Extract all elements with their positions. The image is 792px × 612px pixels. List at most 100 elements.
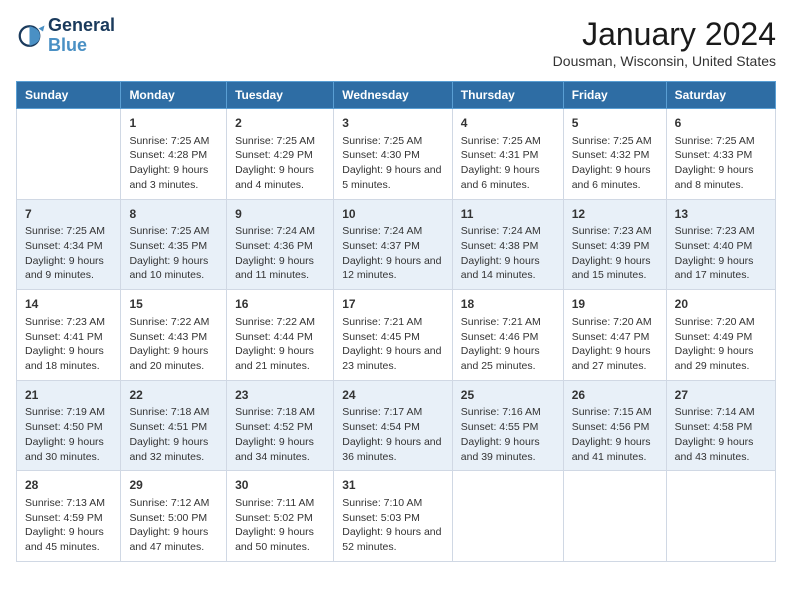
calendar-cell: 21Sunrise: 7:19 AMSunset: 4:50 PMDayligh… [17,380,121,471]
calendar-cell: 11Sunrise: 7:24 AMSunset: 4:38 PMDayligh… [452,199,563,290]
calendar-header-row: SundayMondayTuesdayWednesdayThursdayFrid… [17,82,776,109]
day-info: Sunrise: 7:14 AMSunset: 4:58 PMDaylight:… [675,405,767,464]
calendar-week-row: 28Sunrise: 7:13 AMSunset: 4:59 PMDayligh… [17,471,776,562]
calendar-cell: 26Sunrise: 7:15 AMSunset: 4:56 PMDayligh… [563,380,666,471]
day-info: Sunrise: 7:25 AMSunset: 4:30 PMDaylight:… [342,134,444,193]
day-number: 12 [572,206,658,223]
calendar-cell: 3 Sunrise: 7:25 AMSunset: 4:30 PMDaylight… [334,109,453,200]
column-header-saturday: Saturday [666,82,775,109]
day-info: Sunrise: 7:16 AMSunset: 4:55 PMDaylight:… [461,405,555,464]
calendar-table: SundayMondayTuesdayWednesdayThursdayFrid… [16,81,776,562]
calendar-cell [17,109,121,200]
calendar-cell [452,471,563,562]
calendar-week-row: 7Sunrise: 7:25 AMSunset: 4:34 PMDaylight… [17,199,776,290]
day-info: Sunrise: 7:25 AMSunset: 4:34 PMDaylight:… [25,224,112,283]
day-number: 13 [675,206,767,223]
calendar-week-row: 21Sunrise: 7:19 AMSunset: 4:50 PMDayligh… [17,380,776,471]
day-info: Sunrise: 7:19 AMSunset: 4:50 PMDaylight:… [25,405,112,464]
day-number: 4 [461,115,555,132]
day-number: 11 [461,206,555,223]
calendar-cell: 2 Sunrise: 7:25 AMSunset: 4:29 PMDaylight… [227,109,334,200]
calendar-cell: 23Sunrise: 7:18 AMSunset: 4:52 PMDayligh… [227,380,334,471]
calendar-cell: 15 Sunrise: 7:22 AMSunset: 4:43 PMDayligh… [121,290,227,381]
calendar-cell: 1 Sunrise: 7:25 AMSunset: 4:28 PMDaylight… [121,109,227,200]
day-number: 22 [129,387,218,404]
day-info: Sunrise: 7:11 AMSunset: 5:02 PMDaylight:… [235,496,325,555]
day-number: 27 [675,387,767,404]
day-info: Sunrise: 7:25 AMSunset: 4:35 PMDaylight:… [129,224,218,283]
day-number: 1 [129,115,218,132]
logo: General Blue [16,16,115,56]
calendar-cell: 29Sunrise: 7:12 AMSunset: 5:00 PMDayligh… [121,471,227,562]
column-header-tuesday: Tuesday [227,82,334,109]
day-info: Sunrise: 7:17 AMSunset: 4:54 PMDaylight:… [342,405,444,464]
day-info: Sunrise: 7:23 AMSunset: 4:40 PMDaylight:… [675,224,767,283]
column-header-wednesday: Wednesday [334,82,453,109]
calendar-cell: 31 Sunrise: 7:10 AMSunset: 5:03 PMDayligh… [334,471,453,562]
page-header: General Blue January 2024 Dousman, Wisco… [16,16,776,69]
day-info: Sunrise: 7:25 AMSunset: 4:32 PMDaylight:… [572,134,658,193]
day-info: Sunrise: 7:18 AMSunset: 4:51 PMDaylight:… [129,405,218,464]
calendar-cell: 14 Sunrise: 7:23 AMSunset: 4:41 PMDayligh… [17,290,121,381]
location-title: Dousman, Wisconsin, United States [553,53,776,69]
day-info: Sunrise: 7:21 AMSunset: 4:46 PMDaylight:… [461,315,555,374]
day-number: 20 [675,296,767,313]
day-number: 25 [461,387,555,404]
day-number: 21 [25,387,112,404]
day-info: Sunrise: 7:12 AMSunset: 5:00 PMDaylight:… [129,496,218,555]
calendar-cell: 25Sunrise: 7:16 AMSunset: 4:55 PMDayligh… [452,380,563,471]
column-header-sunday: Sunday [17,82,121,109]
calendar-cell: 9Sunrise: 7:24 AMSunset: 4:36 PMDaylight… [227,199,334,290]
day-number: 24 [342,387,444,404]
calendar-cell: 13Sunrise: 7:23 AMSunset: 4:40 PMDayligh… [666,199,775,290]
day-info: Sunrise: 7:10 AMSunset: 5:03 PMDaylight:… [342,496,444,555]
day-info: Sunrise: 7:25 AMSunset: 4:29 PMDaylight:… [235,134,325,193]
calendar-cell: 6Sunrise: 7:25 AMSunset: 4:33 PMDaylight… [666,109,775,200]
day-info: Sunrise: 7:23 AMSunset: 4:41 PMDaylight:… [25,315,112,374]
day-number: 19 [572,296,658,313]
day-number: 3 [342,115,444,132]
calendar-week-row: 1 Sunrise: 7:25 AMSunset: 4:28 PMDaylight… [17,109,776,200]
day-number: 15 [129,296,218,313]
day-info: Sunrise: 7:25 AMSunset: 4:31 PMDaylight:… [461,134,555,193]
calendar-week-row: 14 Sunrise: 7:23 AMSunset: 4:41 PMDayligh… [17,290,776,381]
day-number: 26 [572,387,658,404]
calendar-cell: 17Sunrise: 7:21 AMSunset: 4:45 PMDayligh… [334,290,453,381]
day-info: Sunrise: 7:22 AMSunset: 4:44 PMDaylight:… [235,315,325,374]
logo-text: General Blue [48,16,115,56]
title-block: January 2024 Dousman, Wisconsin, United … [553,16,776,69]
calendar-cell: 22Sunrise: 7:18 AMSunset: 4:51 PMDayligh… [121,380,227,471]
day-info: Sunrise: 7:24 AMSunset: 4:38 PMDaylight:… [461,224,555,283]
day-number: 28 [25,477,112,494]
calendar-cell: 7Sunrise: 7:25 AMSunset: 4:34 PMDaylight… [17,199,121,290]
day-number: 2 [235,115,325,132]
column-header-thursday: Thursday [452,82,563,109]
calendar-cell: 12Sunrise: 7:23 AMSunset: 4:39 PMDayligh… [563,199,666,290]
day-number: 7 [25,206,112,223]
day-info: Sunrise: 7:22 AMSunset: 4:43 PMDaylight:… [129,315,218,374]
day-info: Sunrise: 7:24 AMSunset: 4:36 PMDaylight:… [235,224,325,283]
day-info: Sunrise: 7:23 AMSunset: 4:39 PMDaylight:… [572,224,658,283]
day-info: Sunrise: 7:24 AMSunset: 4:37 PMDaylight:… [342,224,444,283]
day-number: 10 [342,206,444,223]
calendar-cell: 30 Sunrise: 7:11 AMSunset: 5:02 PMDayligh… [227,471,334,562]
column-header-monday: Monday [121,82,227,109]
calendar-cell [563,471,666,562]
day-number: 23 [235,387,325,404]
day-number: 8 [129,206,218,223]
day-number: 31 [342,477,444,494]
calendar-cell: 24Sunrise: 7:17 AMSunset: 4:54 PMDayligh… [334,380,453,471]
calendar-cell: 10Sunrise: 7:24 AMSunset: 4:37 PMDayligh… [334,199,453,290]
day-info: Sunrise: 7:15 AMSunset: 4:56 PMDaylight:… [572,405,658,464]
day-number: 16 [235,296,325,313]
month-title: January 2024 [553,16,776,53]
calendar-cell: 20 Sunrise: 7:20 AMSunset: 4:49 PMDayligh… [666,290,775,381]
calendar-cell: 28Sunrise: 7:13 AMSunset: 4:59 PMDayligh… [17,471,121,562]
day-info: Sunrise: 7:20 AMSunset: 4:49 PMDaylight:… [675,315,767,374]
day-number: 14 [25,296,112,313]
day-number: 17 [342,296,444,313]
calendar-cell: 19Sunrise: 7:20 AMSunset: 4:47 PMDayligh… [563,290,666,381]
day-number: 30 [235,477,325,494]
day-info: Sunrise: 7:25 AMSunset: 4:28 PMDaylight:… [129,134,218,193]
calendar-body: 1 Sunrise: 7:25 AMSunset: 4:28 PMDaylight… [17,109,776,562]
